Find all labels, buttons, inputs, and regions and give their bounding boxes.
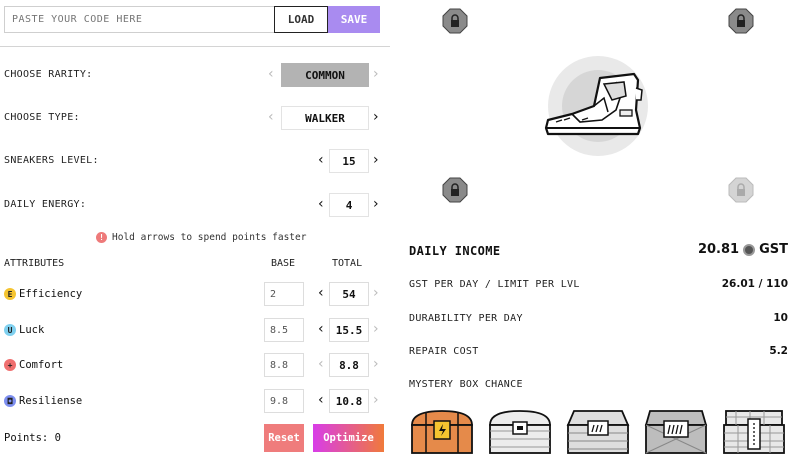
type-value: WALKER [281,106,369,130]
luck-decrease-button[interactable]: ‹ [318,322,324,336]
repair-cost-label: REPAIR COST [409,346,479,357]
socket-lock-icon[interactable] [728,177,754,203]
code-input[interactable] [4,6,274,33]
total-header: TOTAL [332,258,363,269]
attribute-comfort: + Comfort [4,359,63,371]
efficiency-total: 54 [329,282,369,306]
gst-token-icon [743,243,756,256]
durability-value: 10 [773,312,788,324]
code-bar: LOAD SAVE [4,6,380,33]
comfort-icon: + [4,359,16,371]
warning-icon: ! [96,232,107,243]
level-label: SNEAKERS LEVEL: [4,155,99,166]
base-header: BASE [271,258,296,269]
repair-cost-value: 5.2 [769,345,788,357]
luck-increase-button[interactable]: › [373,322,379,336]
gst-per-day-label: GST PER DAY / LIMIT PER LVL [409,279,580,290]
save-button[interactable]: SAVE [328,6,380,33]
luck-icon: U [4,324,16,336]
hint: ! Hold arrows to spend points faster [96,232,306,243]
mystery-box-2-icon [489,410,551,454]
socket-lock-icon[interactable] [442,8,468,34]
mystery-box-1-icon [411,410,473,454]
resiliense-total: 10.8 [329,389,369,413]
efficiency-icon: E [4,288,16,300]
comfort-total: 8.8 [329,353,369,377]
rarity-value: COMMON [281,63,369,87]
daily-income-value: 20.81 GST [698,242,788,257]
socket-lock-icon[interactable] [442,177,468,203]
level-increase-button[interactable]: › [373,153,379,167]
comfort-increase-button[interactable]: › [373,357,379,371]
gst-per-day-value: 26.01 / 110 [721,278,788,290]
attribute-resiliense: ◘ Resiliense [4,395,82,407]
type-label: CHOOSE TYPE: [4,112,80,123]
resiliense-increase-button[interactable]: › [373,393,379,407]
rarity-next-button[interactable]: › [373,67,379,81]
socket-lock-icon[interactable] [728,8,754,34]
left-panel: LOAD SAVE CHOOSE RARITY: ‹ COMMON › CHOO… [0,0,392,460]
efficiency-increase-button[interactable]: › [373,286,379,300]
load-button[interactable]: LOAD [274,6,328,33]
type-prev-button[interactable]: ‹ [268,110,274,124]
sneaker-image [544,72,643,136]
mystery-box-label: MYSTERY BOX CHANCE [409,379,523,390]
energy-decrease-button[interactable]: ‹ [318,197,324,211]
rarity-label: CHOOSE RARITY: [4,69,93,80]
daily-income-label: DAILY INCOME [409,244,501,258]
mystery-box-3-icon [566,410,630,454]
type-next-button[interactable]: › [373,110,379,124]
attribute-name: Resiliense [19,395,83,407]
attribute-efficiency: E Efficiency [4,288,82,300]
mystery-box-5-icon [723,410,785,454]
reset-button[interactable]: Reset [264,424,304,452]
resiliense-icon: ◘ [4,395,16,407]
mystery-box-4-icon [644,410,708,454]
optimize-button[interactable]: Optimize [313,424,384,452]
points-remaining: Points: 0 [4,432,61,444]
daily-income-unit: GST [759,242,788,257]
level-value: 15 [329,149,369,173]
attribute-luck: U Luck [4,324,44,336]
attribute-name: Efficiency [19,288,83,300]
attribute-name: Luck [19,324,45,336]
energy-label: DAILY ENERGY: [4,199,87,210]
hint-text: Hold arrows to spend points faster [112,232,307,243]
energy-value: 4 [329,193,369,217]
efficiency-decrease-button[interactable]: ‹ [318,286,324,300]
rarity-prev-button[interactable]: ‹ [268,67,274,81]
resiliense-base-input[interactable]: 9.8 [264,389,304,413]
comfort-base-input[interactable]: 8.8 [264,353,304,377]
luck-base-input[interactable]: 8.5 [264,318,304,342]
energy-increase-button[interactable]: › [373,197,379,211]
efficiency-base-input[interactable]: 2 [264,282,304,306]
resiliense-decrease-button[interactable]: ‹ [318,393,324,407]
comfort-decrease-button[interactable]: ‹ [318,357,324,371]
attributes-header: ATTRIBUTES [4,258,65,269]
daily-income-amount: 20.81 [697,242,740,257]
divider [0,46,390,47]
level-decrease-button[interactable]: ‹ [318,153,324,167]
attribute-name: Comfort [19,359,64,371]
durability-label: DURABILITY PER DAY [409,313,523,324]
luck-total: 15.5 [329,318,369,342]
